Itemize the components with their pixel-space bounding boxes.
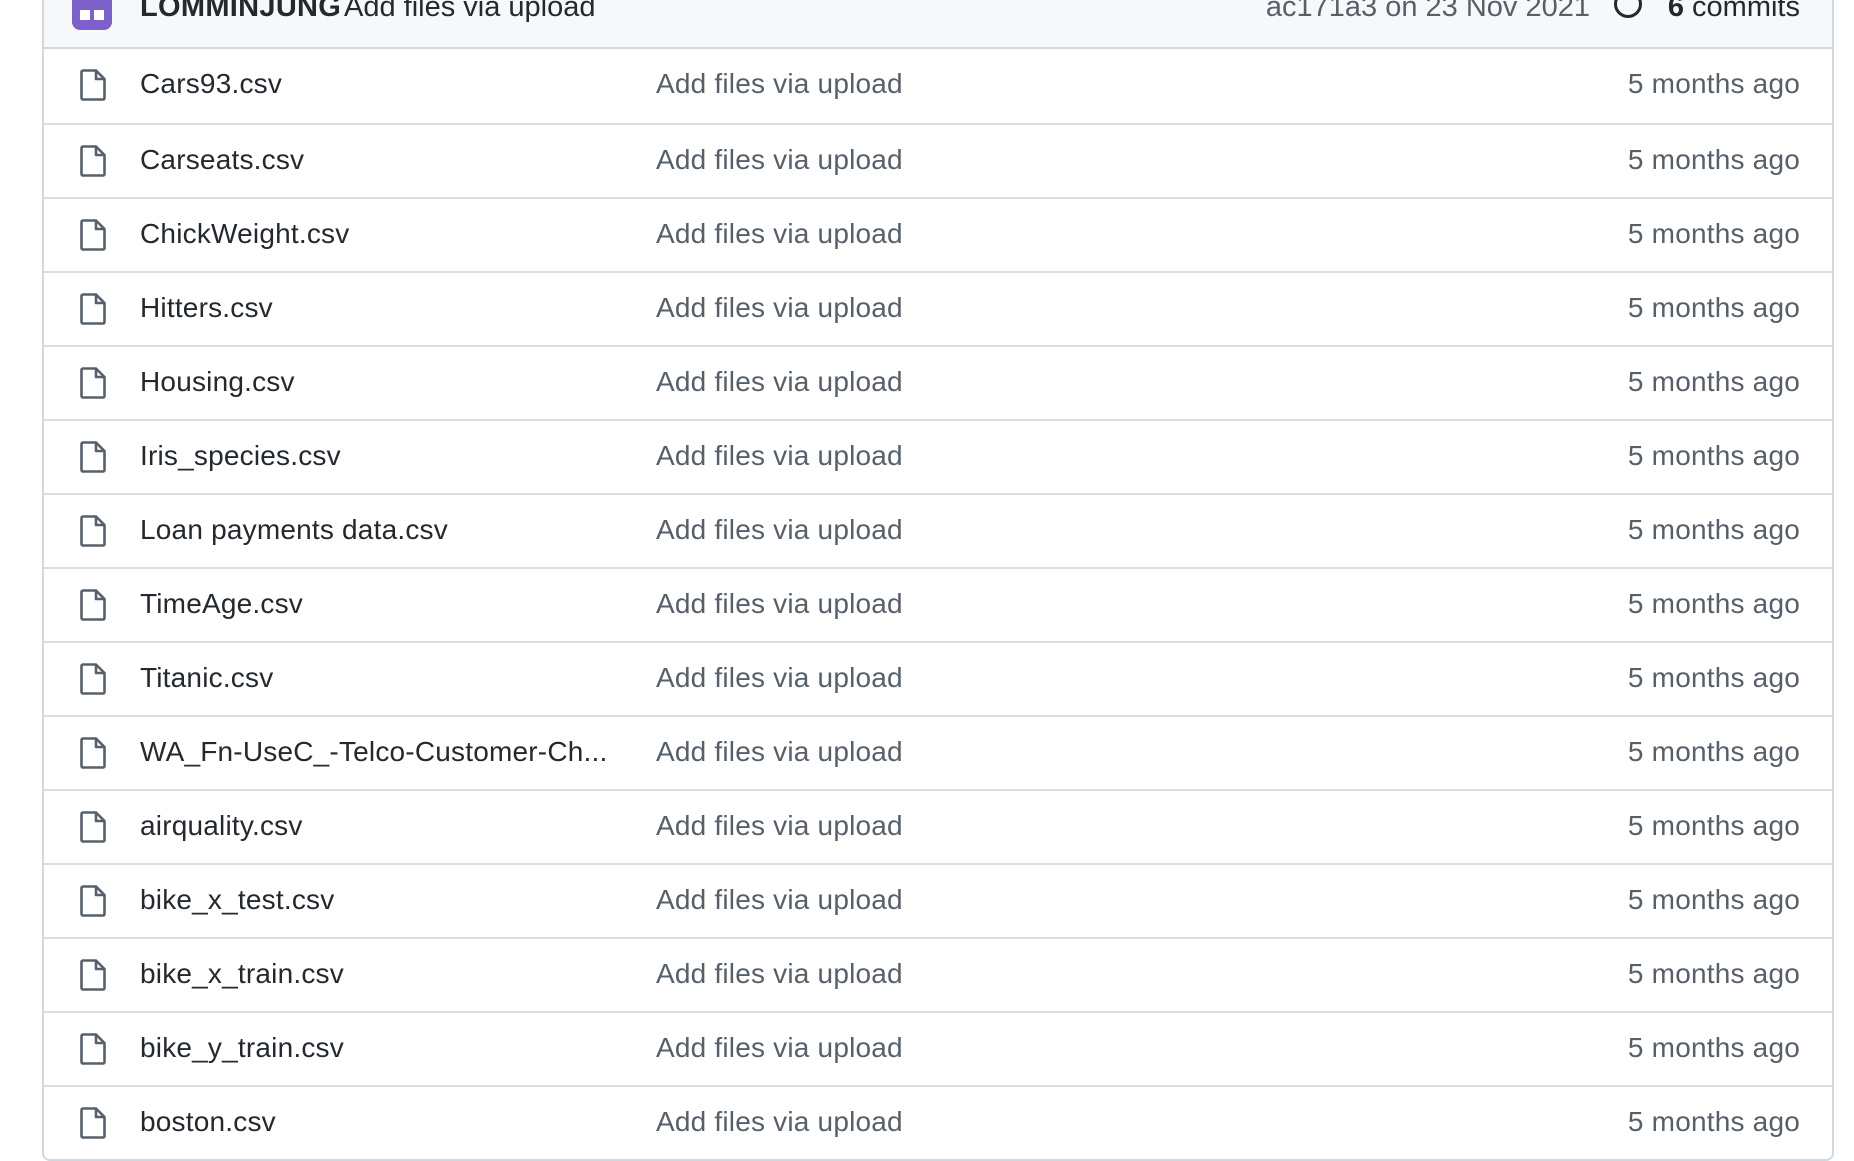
file-icon — [80, 811, 106, 843]
file-age: 5 months ago — [1627, 884, 1800, 915]
file-age: 5 months ago — [1627, 662, 1800, 693]
file-age: 5 months ago — [1627, 144, 1800, 175]
file-row[interactable]: boston.csv Add files via upload 5 months a… — [44, 1085, 1832, 1159]
file-name-link[interactable]: Cars93.csv — [140, 68, 282, 100]
file-name-link[interactable]: Iris_species.csv — [140, 440, 341, 472]
file-commit-message-link[interactable]: Add files via upload — [656, 514, 903, 546]
file-age: 5 months ago — [1627, 958, 1800, 989]
file-rows: Cars93.csv Add files via upload 5 months a… — [44, 49, 1832, 1159]
commit-author[interactable]: LOMMINJUNG — [140, 0, 341, 24]
file-commit-message-link[interactable]: Add files via upload — [656, 588, 903, 620]
file-row[interactable]: bike_y_train.csv Add files via upload 5 mo… — [44, 1011, 1832, 1085]
file-name-link[interactable]: Hitters.csv — [140, 292, 273, 324]
commits-count: 6 — [1667, 0, 1684, 23]
file-icon — [80, 1107, 106, 1139]
file-name-link[interactable]: WA_Fn-UseC_-Telco-Customer-Ch... — [140, 736, 607, 768]
file-icon — [80, 1033, 106, 1065]
file-icon — [80, 441, 106, 473]
file-icon — [80, 959, 106, 991]
file-age: 5 months ago — [1627, 588, 1800, 619]
file-commit-message-link[interactable]: Add files via upload — [656, 144, 903, 176]
file-age: 5 months ago — [1627, 810, 1800, 841]
file-name-link[interactable]: TimeAge.csv — [140, 588, 303, 620]
file-row[interactable]: Cars93.csv Add files via upload 5 months a… — [44, 49, 1832, 123]
file-icon — [80, 293, 106, 325]
latest-commit-bar: LOMMINJUNG Add files via upload ac171a3 … — [44, 0, 1832, 49]
file-commit-message-link[interactable]: Add files via upload — [656, 366, 903, 398]
file-commit-message-link[interactable]: Add files via upload — [656, 810, 903, 842]
file-age: 5 months ago — [1627, 218, 1800, 249]
file-commit-message-link[interactable]: Add files via upload — [656, 218, 903, 250]
file-age: 5 months ago — [1627, 440, 1800, 471]
file-row[interactable]: bike_x_train.csv Add files via upload 5 mo… — [44, 937, 1832, 1011]
file-name-link[interactable]: Titanic.csv — [140, 662, 273, 694]
file-icon — [80, 515, 106, 547]
file-row[interactable]: Iris_species.csv Add files via upload 5 mo… — [44, 419, 1832, 493]
file-age: 5 months ago — [1627, 1106, 1800, 1137]
file-icon — [80, 219, 106, 251]
file-icon — [80, 737, 106, 769]
file-commit-message-link[interactable]: Add files via upload — [656, 662, 903, 694]
file-name-link[interactable]: ChickWeight.csv — [140, 218, 349, 250]
file-name-link[interactable]: bike_x_test.csv — [140, 884, 334, 916]
file-row[interactable]: ChickWeight.csv Add files via upload 5 mon… — [44, 197, 1832, 271]
file-commit-message-link[interactable]: Add files via upload — [656, 1032, 903, 1064]
file-icon — [80, 663, 106, 695]
file-row[interactable]: Hitters.csv Add files via upload 5 months … — [44, 271, 1832, 345]
file-commit-message-link[interactable]: Add files via upload — [656, 736, 903, 768]
file-name-link[interactable]: bike_x_train.csv — [140, 958, 344, 990]
file-row[interactable]: Carseats.csv Add files via upload 5 months… — [44, 123, 1832, 197]
history-icon — [1614, 0, 1642, 18]
file-commit-message-link[interactable]: Add files via upload — [656, 1106, 903, 1138]
file-age: 5 months ago — [1627, 736, 1800, 767]
file-row[interactable]: Loan payments data.csv Add files via uplo… — [44, 493, 1832, 567]
file-commit-message-link[interactable]: Add files via upload — [656, 440, 903, 472]
file-name-link[interactable]: Carseats.csv — [140, 144, 304, 176]
file-age: 5 months ago — [1627, 292, 1800, 323]
file-name-link[interactable]: bike_y_train.csv — [140, 1032, 344, 1064]
file-row[interactable]: WA_Fn-UseC_-Telco-Customer-Ch... Add file… — [44, 715, 1832, 789]
file-row[interactable]: TimeAge.csv Add files via upload 5 months … — [44, 567, 1832, 641]
file-name-link[interactable]: Housing.csv — [140, 366, 295, 398]
file-row[interactable]: Housing.csv Add files via upload 5 months … — [44, 345, 1832, 419]
file-commit-message-link[interactable]: Add files via upload — [656, 884, 903, 916]
file-age: 5 months ago — [1627, 68, 1800, 99]
file-age: 5 months ago — [1627, 514, 1800, 545]
file-icon — [80, 69, 106, 101]
file-name-link[interactable]: Loan payments data.csv — [140, 514, 448, 546]
file-row[interactable]: airquality.csv Add files via upload 5 mont… — [44, 789, 1832, 863]
file-row[interactable]: Titanic.csv Add files via upload 5 months … — [44, 641, 1832, 715]
commits-label: commits — [1692, 0, 1800, 23]
commit-sha-date[interactable]: ac171a3 on 23 Nov 2021 — [1266, 0, 1590, 24]
file-commit-message-link[interactable]: Add files via upload — [656, 292, 903, 324]
file-name-link[interactable]: airquality.csv — [140, 810, 303, 842]
commit-message[interactable]: Add files via upload — [344, 0, 596, 24]
file-list-box: LOMMINJUNG Add files via upload ac171a3 … — [42, 0, 1834, 1161]
file-row[interactable]: bike_x_test.csv Add files via upload 5 mon… — [44, 863, 1832, 937]
file-age: 5 months ago — [1627, 366, 1800, 397]
file-commit-message-link[interactable]: Add files via upload — [656, 68, 903, 100]
file-icon — [80, 885, 106, 917]
file-icon — [80, 589, 106, 621]
commits-link[interactable]: 6 commits — [1668, 0, 1800, 24]
file-name-link[interactable]: boston.csv — [140, 1106, 276, 1138]
file-icon — [80, 145, 106, 177]
file-age: 5 months ago — [1627, 1032, 1800, 1063]
avatar[interactable] — [72, 0, 112, 30]
file-icon — [80, 367, 106, 399]
file-commit-message-link[interactable]: Add files via upload — [656, 958, 903, 990]
